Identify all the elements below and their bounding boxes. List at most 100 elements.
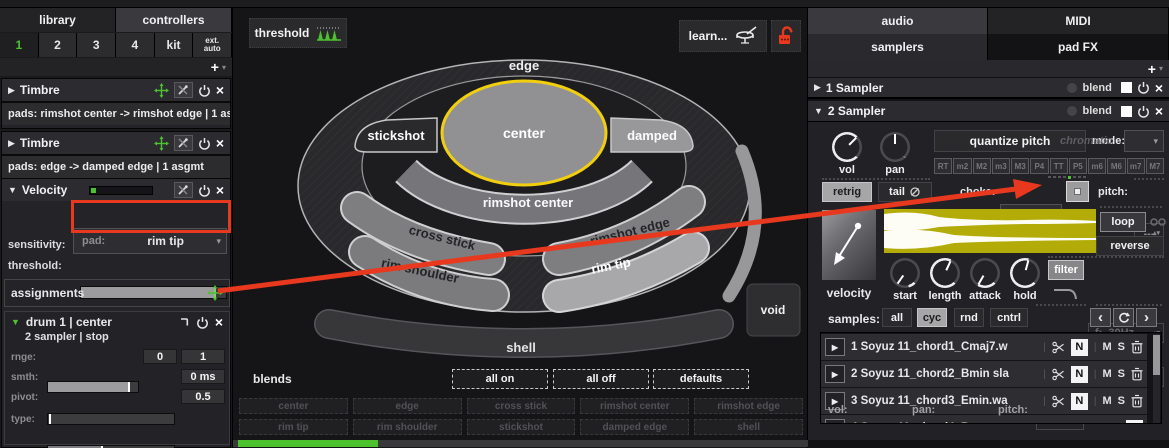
normalize-button[interactable]: N	[1070, 338, 1088, 356]
collapse-arrow-icon[interactable]: ▼	[11, 317, 20, 327]
next-sample-button[interactable]: ›	[1136, 308, 1157, 327]
blend-cell[interactable]: center	[239, 398, 348, 414]
interval-button[interactable]: M3	[1011, 158, 1030, 174]
interval-button[interactable]: P4	[1030, 158, 1049, 174]
timbre-1-header[interactable]: ▶ Timbre ×	[2, 79, 230, 101]
blend-cell[interactable]: rim shoulder	[352, 419, 462, 435]
assignments-move-crosshair-icon[interactable]	[207, 285, 223, 301]
power-icon[interactable]	[1137, 81, 1150, 94]
tab-controllers[interactable]: controllers	[116, 8, 232, 32]
trash-icon[interactable]	[1131, 367, 1143, 381]
note-off-icon[interactable]	[178, 316, 190, 328]
length-knob[interactable]	[930, 258, 960, 288]
mute-button[interactable]: M	[1102, 341, 1111, 353]
scissors-icon[interactable]	[1052, 341, 1065, 354]
velocity-pad[interactable]	[822, 210, 876, 280]
range-max-value[interactable]: 1	[181, 349, 225, 364]
choke-stop-button[interactable]	[1066, 181, 1089, 202]
trash-icon[interactable]	[1131, 394, 1143, 408]
play-button[interactable]: ▶	[825, 338, 845, 356]
scissors-icon[interactable]	[1052, 395, 1065, 408]
normalize-button[interactable]: N	[1070, 392, 1088, 410]
bank-tab-4[interactable]: 4	[116, 33, 155, 57]
tail-button[interactable]: tail	[878, 182, 932, 202]
add-sampler-caret-icon[interactable]: ▾	[1159, 64, 1163, 73]
normalize-button[interactable]: N	[1070, 365, 1088, 383]
threshold-button[interactable]: threshold	[249, 18, 347, 48]
blend-cell[interactable]: shell	[694, 419, 803, 435]
pad-select-dropdown[interactable]: pad: rim tip ▾	[73, 228, 227, 254]
close-icon[interactable]: ×	[1155, 104, 1163, 118]
close-icon[interactable]: ×	[216, 183, 224, 197]
power-icon[interactable]	[198, 184, 211, 197]
timbre-2-header[interactable]: ▶ Timbre ×	[2, 132, 230, 154]
blend-cell[interactable]: cross stick	[466, 398, 576, 414]
tab-library[interactable]: library	[0, 8, 116, 32]
sample-row[interactable]: ▶ 1 Soyuz 11_chord1_Cmaj7.w | N | M S	[821, 334, 1147, 360]
samples-cyc-button[interactable]: cyc	[917, 308, 947, 327]
close-icon[interactable]: ×	[216, 136, 224, 150]
play-button[interactable]: ▶	[825, 365, 845, 383]
mode-dropdown[interactable]: ▾	[1124, 130, 1164, 152]
stick-mute-button[interactable]	[173, 135, 193, 151]
blend-label[interactable]: blend	[1082, 82, 1111, 94]
pivot-value[interactable]: 0.5	[181, 389, 225, 404]
blends-all-off-button[interactable]: all off	[553, 369, 649, 389]
collapse-arrow-icon[interactable]: ▶	[8, 85, 15, 96]
tab-pad-fx[interactable]: pad FX	[988, 34, 1169, 60]
blend-cell[interactable]: rimshot edge	[694, 398, 803, 414]
power-icon[interactable]	[1137, 105, 1150, 118]
blend-cell[interactable]: rimshot center	[580, 398, 690, 414]
retrig-button[interactable]: retrig	[822, 182, 872, 202]
hold-knob[interactable]	[1010, 258, 1040, 288]
smooth-slider[interactable]	[47, 413, 175, 425]
interval-button[interactable]: m7	[1126, 158, 1145, 174]
velocity-header[interactable]: ▼ Velocity ×	[2, 179, 230, 201]
collapse-arrow-icon[interactable]: ▶	[814, 82, 821, 93]
mute-button[interactable]: M	[1102, 368, 1111, 380]
scrollbar-thumb[interactable]	[1153, 335, 1160, 375]
trash-icon[interactable]	[1131, 340, 1143, 354]
bank-tab-3[interactable]: 3	[77, 33, 117, 57]
smooth-value[interactable]: 0 ms	[181, 369, 225, 384]
bank-tab-1[interactable]: 1	[0, 33, 39, 57]
prev-sample-button[interactable]: ‹	[1090, 308, 1111, 327]
attack-knob[interactable]	[970, 258, 1000, 288]
add-controller-button[interactable]: +	[211, 59, 219, 75]
bank-tab-kit[interactable]: kit	[154, 33, 194, 57]
samples-cntrl-button[interactable]: cntrl	[990, 308, 1028, 327]
blend-cell[interactable]: rim tip	[239, 419, 348, 435]
interval-button[interactable]: P5	[1068, 158, 1087, 174]
add-sampler-button[interactable]: +	[1148, 61, 1156, 77]
range-slider[interactable]	[47, 381, 139, 393]
blends-all-on-button[interactable]: all on	[452, 369, 548, 389]
sample-row[interactable]: ▶ 3 Soyuz 11_chord3_Emin.wa | N | M S	[821, 388, 1147, 414]
loop-infinite-icon[interactable]	[1150, 218, 1166, 226]
blend-cell[interactable]: stickshot	[466, 419, 576, 435]
waveform-display[interactable]	[884, 209, 1096, 253]
start-knob[interactable]	[890, 258, 920, 288]
power-icon[interactable]	[198, 137, 211, 150]
tab-samplers[interactable]: samplers	[808, 34, 988, 60]
cycle-reset-button[interactable]	[1113, 308, 1134, 327]
play-button[interactable]: ▶	[825, 419, 845, 423]
stick-mute-button[interactable]	[173, 82, 193, 98]
close-icon[interactable]: ×	[216, 83, 224, 97]
solo-button[interactable]: S	[1118, 395, 1125, 407]
stop-icon[interactable]	[1120, 105, 1132, 117]
sampler-2-header[interactable]: ▼ 2 Sampler blend ×	[808, 101, 1169, 122]
interval-button[interactable]: m6	[1088, 158, 1107, 174]
close-icon[interactable]: ×	[1155, 81, 1163, 95]
mute-button[interactable]: M	[1102, 395, 1111, 407]
interval-button[interactable]: M7	[1145, 158, 1164, 174]
reverse-button[interactable]: reverse	[1096, 236, 1164, 256]
range-min-value[interactable]: 0	[143, 349, 177, 364]
stick-mute-button[interactable]	[173, 182, 193, 198]
interval-button[interactable]: M2	[972, 158, 991, 174]
blend-label[interactable]: blend	[1082, 105, 1111, 117]
samples-all-button[interactable]: all	[882, 308, 912, 327]
scissors-icon[interactable]	[1052, 368, 1065, 381]
tab-audio[interactable]: audio	[808, 8, 988, 34]
move-crosshair-icon[interactable]	[153, 135, 169, 151]
power-icon[interactable]	[198, 84, 211, 97]
